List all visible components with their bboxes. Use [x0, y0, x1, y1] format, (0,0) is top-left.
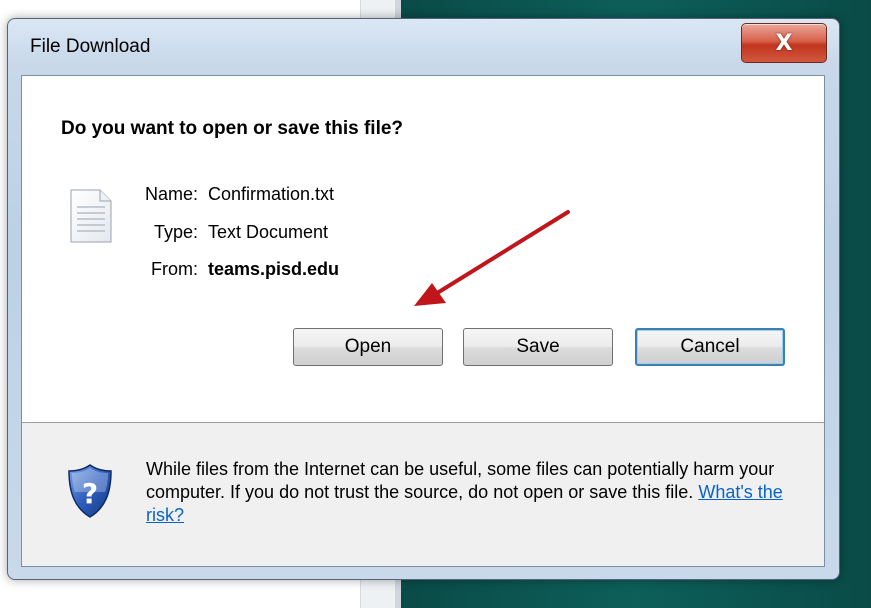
text-file-icon [70, 189, 112, 243]
from-label: From: [151, 259, 198, 279]
name-label: Name: [144, 184, 198, 204]
title-bar[interactable]: File Download X [8, 19, 839, 75]
file-type-value: Text Document [208, 222, 329, 242]
close-button[interactable]: X [741, 23, 827, 63]
warning-message: While files from the Internet can be use… [146, 459, 775, 502]
close-icon: X [775, 30, 793, 56]
security-warning-panel: ? While files from the Internet can be u… [22, 423, 824, 566]
shield-question-icon: ? [68, 464, 112, 518]
file-download-dialog: File Download X Do you want to open or s… [7, 18, 840, 580]
save-button[interactable]: Save [463, 328, 613, 366]
file-name-value: Confirmation.txt [208, 184, 335, 204]
security-warning-text: While files from the Internet can be use… [146, 458, 806, 527]
window-title: File Download [30, 36, 151, 57]
dialog-content: Do you want to open or save this file? N… [21, 75, 825, 567]
svg-text:?: ? [82, 477, 98, 510]
cancel-button[interactable]: Cancel [635, 328, 785, 366]
dialog-question: Do you want to open or save this file? [61, 118, 404, 139]
type-label: Type: [153, 222, 198, 242]
file-from-value: teams.pisd.edu [208, 259, 340, 279]
open-button[interactable]: Open [293, 328, 443, 366]
